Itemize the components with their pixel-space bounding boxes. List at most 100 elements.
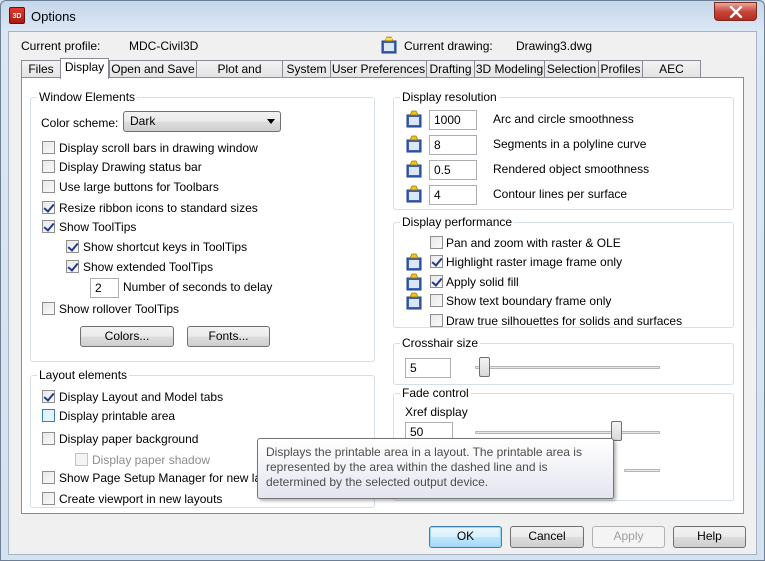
- layout-model-tabs-checkbox[interactable]: [42, 390, 55, 403]
- display-status-bar-checkbox[interactable]: [42, 160, 55, 173]
- create-viewport-label: Create viewport in new layouts: [59, 492, 223, 506]
- close-icon: [729, 6, 743, 18]
- chevron-down-icon: [267, 119, 275, 124]
- crosshair-size-group: Crosshair size 5: [393, 336, 734, 385]
- resize-ribbon-icons-label: Resize ribbon icons to standard sizes: [59, 201, 258, 215]
- highlight-raster-frame-checkbox[interactable]: [430, 255, 443, 268]
- extended-tooltips-checkbox[interactable]: [66, 260, 79, 273]
- colors-button[interactable]: Colors...: [80, 326, 174, 347]
- app-icon: 3D: [9, 7, 25, 24]
- paper-background-checkbox[interactable]: [42, 432, 55, 445]
- pan-zoom-raster-label: Pan and zoom with raster & OLE: [446, 236, 621, 250]
- xref-slider-track[interactable]: [475, 431, 660, 434]
- tab-system[interactable]: System: [282, 60, 331, 78]
- color-scheme-label: Color scheme:: [41, 116, 119, 130]
- arc-smoothness-label: Arc and circle smoothness: [493, 112, 634, 126]
- tab-plot-and-publish[interactable]: Plot and Publish: [196, 60, 283, 92]
- arc-smoothness-input[interactable]: 1000: [429, 110, 477, 130]
- true-silhouettes-checkbox[interactable]: [430, 314, 443, 327]
- text-boundary-frame-label: Show text boundary frame only: [446, 294, 612, 308]
- display-performance-title: Display performance: [400, 215, 515, 229]
- window-elements-title: Window Elements: [37, 90, 138, 104]
- tab-user-preferences[interactable]: User Preferences: [330, 60, 427, 78]
- rendered-smoothness-input[interactable]: 0.5: [429, 160, 477, 180]
- current-profile-label: Current profile:: [21, 39, 101, 53]
- tab-3d-modeling[interactable]: 3D Modeling: [474, 60, 545, 78]
- drawing-file-icon: [406, 160, 422, 178]
- in-place-edit-slider-track[interactable]: [624, 469, 660, 472]
- crosshair-slider-thumb[interactable]: [479, 357, 490, 377]
- ok-button[interactable]: OK: [429, 526, 502, 548]
- apply-solid-fill-label: Apply solid fill: [446, 275, 519, 289]
- large-buttons-checkbox[interactable]: [42, 180, 55, 193]
- page-setup-manager-checkbox[interactable]: [42, 471, 55, 484]
- tab-drafting[interactable]: Drafting: [426, 60, 475, 78]
- cancel-button[interactable]: Cancel: [510, 526, 584, 548]
- text-boundary-frame-checkbox[interactable]: [430, 294, 443, 307]
- layout-elements-title: Layout elements: [37, 368, 130, 382]
- paper-shadow-checkbox[interactable]: [75, 453, 88, 466]
- show-tooltips-checkbox[interactable]: [42, 220, 55, 233]
- help-button[interactable]: Help: [673, 526, 746, 548]
- tooltip-delay-label: Number of seconds to delay: [123, 280, 273, 294]
- extended-tooltips-label: Show extended ToolTips: [83, 260, 214, 274]
- display-scroll-bars-checkbox[interactable]: [42, 141, 55, 154]
- apply-solid-fill-checkbox[interactable]: [430, 275, 443, 288]
- page-setup-manager-label: Show Page Setup Manager for new layouts: [59, 471, 290, 485]
- pan-zoom-raster-checkbox[interactable]: [430, 236, 443, 249]
- drawing-file-icon: [406, 292, 422, 310]
- crosshair-size-input[interactable]: 5: [405, 358, 451, 378]
- display-status-bar-label: Display Drawing status bar: [59, 160, 202, 174]
- display-resolution-group: Display resolution 1000 Arc and circle s…: [393, 90, 734, 210]
- drawing-file-icon: [406, 253, 422, 271]
- tab-aec-editor[interactable]: AEC Editor: [642, 60, 701, 92]
- drawing-file-icon: [406, 185, 422, 203]
- tab-files[interactable]: Files: [21, 60, 61, 78]
- shortcut-keys-tooltips-checkbox[interactable]: [66, 240, 79, 253]
- printable-area-tooltip: Displays the printable area in a layout.…: [257, 438, 614, 499]
- polyline-segments-input[interactable]: 8: [429, 135, 477, 155]
- apply-button[interactable]: Apply: [592, 526, 665, 548]
- rollover-tooltips-label: Show rollover ToolTips: [59, 302, 180, 316]
- fade-control-title: Fade control: [400, 386, 471, 400]
- options-dialog: 3D Options Current profile: MDC-Civil3D …: [0, 0, 765, 561]
- shortcut-keys-tooltips-label: Show shortcut keys in ToolTips: [83, 240, 248, 254]
- tab-open-and-save[interactable]: Open and Save: [109, 60, 197, 78]
- polyline-segments-label: Segments in a polyline curve: [493, 137, 647, 151]
- color-scheme-value: Dark: [130, 114, 156, 128]
- current-drawing-value: Drawing3.dwg: [516, 39, 593, 53]
- drawing-file-icon: [381, 36, 397, 54]
- rendered-smoothness-label: Rendered object smoothness: [493, 162, 650, 176]
- drawing-file-icon: [406, 110, 422, 128]
- contour-lines-label: Contour lines per surface: [493, 187, 628, 201]
- title-bar[interactable]: 3D Options: [1, 1, 764, 31]
- drawing-file-icon: [406, 135, 422, 153]
- close-button[interactable]: [714, 2, 757, 21]
- tab-selection[interactable]: Selection: [544, 60, 599, 78]
- color-scheme-select[interactable]: Dark: [123, 111, 281, 132]
- printable-area-checkbox[interactable]: [42, 409, 55, 422]
- display-performance-group: Display performance Pan and zoom with ra…: [393, 215, 734, 328]
- create-viewport-checkbox[interactable]: [42, 492, 55, 505]
- layout-model-tabs-label: Display Layout and Model tabs: [59, 390, 224, 404]
- paper-shadow-label: Display paper shadow: [92, 453, 211, 467]
- tooltip-delay-input[interactable]: 2: [90, 278, 119, 298]
- current-profile-value: MDC-Civil3D: [129, 39, 199, 53]
- fonts-button[interactable]: Fonts...: [187, 326, 270, 347]
- xref-display-label: Xref display: [405, 405, 468, 419]
- crosshair-slider-track[interactable]: [475, 366, 660, 369]
- contour-lines-input[interactable]: 4: [429, 185, 477, 205]
- tab-display[interactable]: Display: [60, 58, 109, 79]
- display-resolution-title: Display resolution: [400, 90, 499, 104]
- display-scroll-bars-label: Display scroll bars in drawing window: [59, 141, 258, 155]
- true-silhouettes-label: Draw true silhouettes for solids and sur…: [446, 314, 683, 328]
- rollover-tooltips-checkbox[interactable]: [42, 302, 55, 315]
- tab-profiles[interactable]: Profiles: [598, 60, 643, 78]
- drawing-file-icon: [406, 273, 422, 291]
- crosshair-size-title: Crosshair size: [400, 336, 481, 350]
- window-title: Options: [31, 9, 76, 24]
- printable-area-label: Display printable area: [59, 409, 176, 423]
- show-tooltips-label: Show ToolTips: [59, 220, 137, 234]
- large-buttons-label: Use large buttons for Toolbars: [59, 180, 219, 194]
- resize-ribbon-icons-checkbox[interactable]: [42, 201, 55, 214]
